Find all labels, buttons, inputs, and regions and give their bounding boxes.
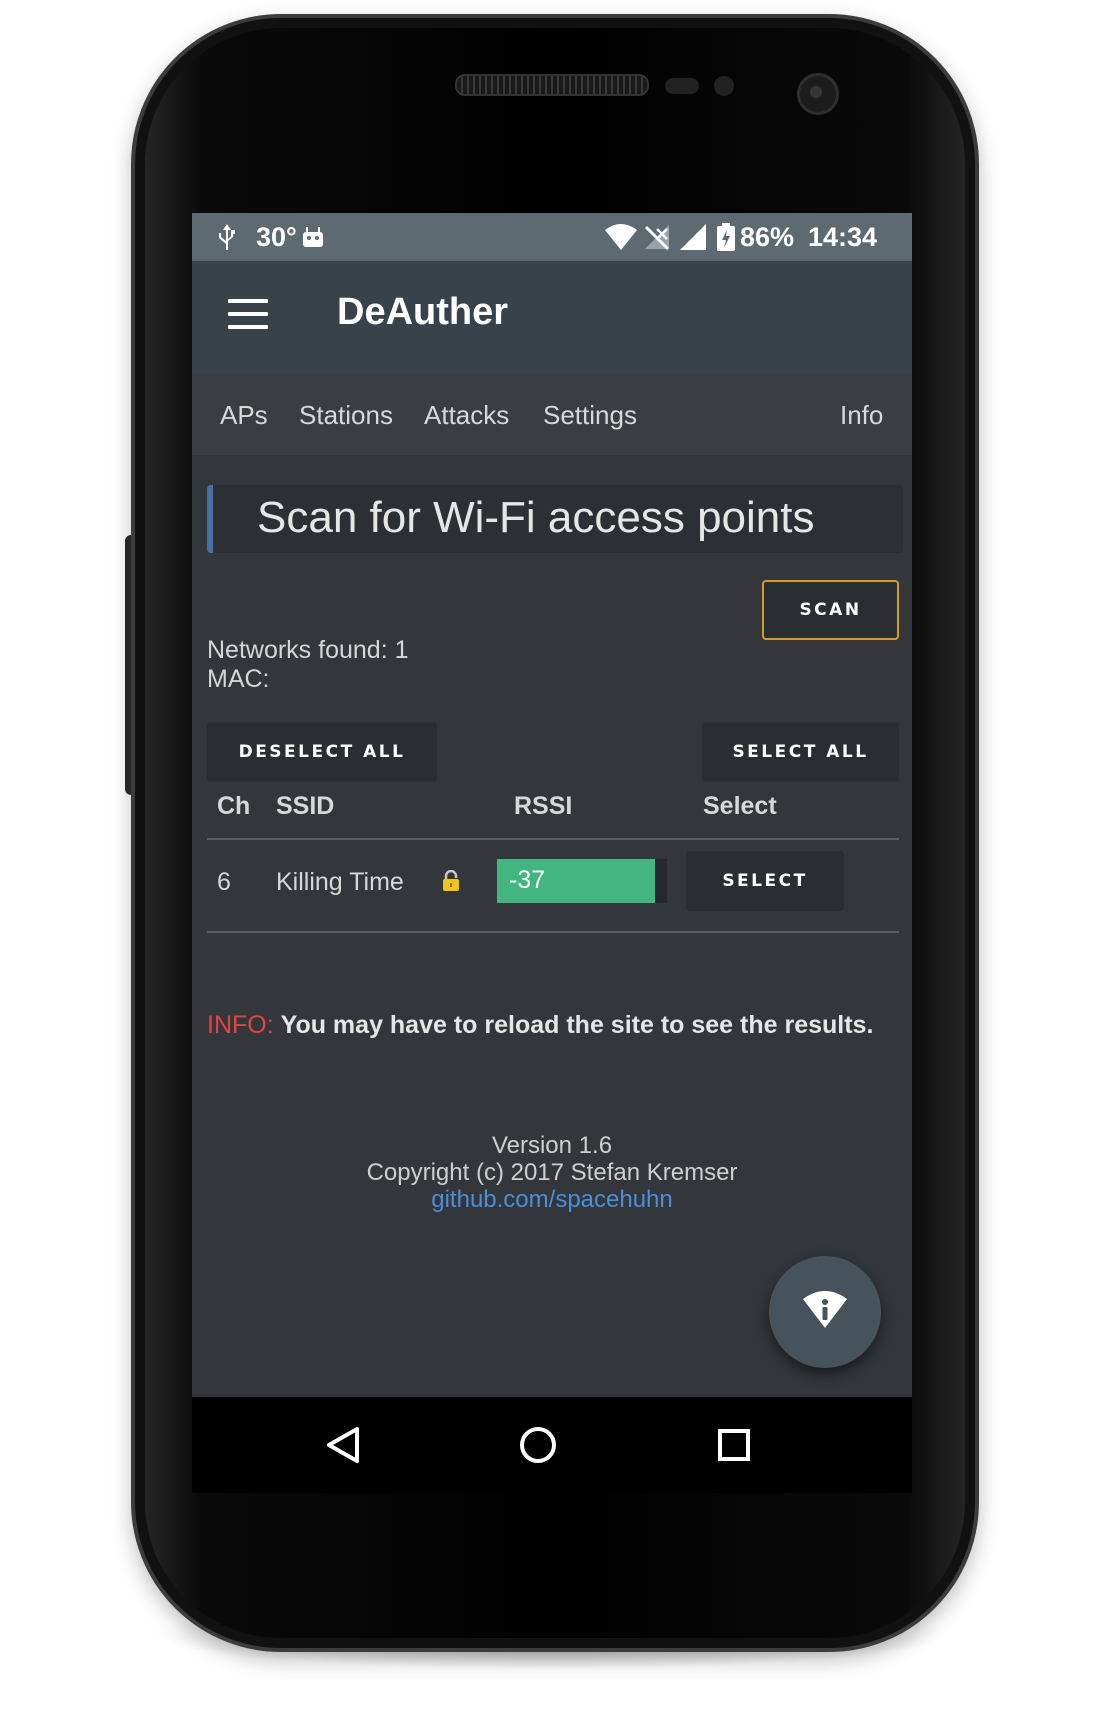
no-signal-icon — [643, 213, 671, 261]
recents-icon[interactable] — [706, 1417, 762, 1473]
status-bar: 30° 86% 14:34 — [192, 213, 912, 261]
lock-icon — [441, 869, 461, 892]
page-title: Scan for Wi-Fi access points — [257, 493, 815, 542]
front-camera — [797, 73, 839, 115]
app-title: DeAuther — [337, 291, 509, 333]
android-icon — [300, 213, 326, 261]
home-icon[interactable] — [510, 1417, 566, 1473]
wifi-info-fab[interactable] — [769, 1256, 881, 1368]
battery-charging-icon — [716, 213, 736, 261]
deselect-all-button[interactable]: DESELECT ALL — [207, 722, 437, 782]
scan-button[interactable]: SCAN — [762, 580, 899, 640]
select-all-button[interactable]: SELECT ALL — [702, 722, 899, 782]
github-link[interactable]: github.com/spacehuhn — [431, 1186, 673, 1213]
table-divider — [207, 931, 899, 933]
info-text: You may have to reload the site to see t… — [280, 1011, 874, 1039]
navigation-bar — [192, 1397, 912, 1493]
copyright-text: Copyright (c) 2017 Stefan Kremser — [366, 1159, 738, 1186]
rssi-bar: -37 — [497, 859, 667, 903]
wifi-info-icon — [801, 1290, 849, 1334]
usb-icon — [216, 213, 238, 261]
column-header-rssi: RSSI — [514, 792, 573, 820]
tab-stations[interactable]: Stations — [299, 400, 393, 431]
info-message: INFO: You may have to reload the site to… — [207, 1011, 873, 1040]
tab-aps[interactable]: APs — [220, 400, 268, 431]
footer-link-container: github.com/spacehuhn — [192, 1186, 912, 1214]
clock-time: 14:34 — [808, 221, 878, 252]
rssi-value: -37 — [509, 866, 546, 894]
cell-channel: 6 — [217, 868, 231, 896]
networks-found-text: Networks found: 1 — [207, 636, 409, 664]
column-header-select: Select — [703, 792, 777, 820]
tab-attacks[interactable]: Attacks — [424, 400, 509, 431]
column-header-ch: Ch — [217, 792, 251, 820]
wifi-icon — [604, 213, 638, 261]
info-label: INFO: — [207, 1011, 274, 1039]
temperature-text: 30° — [256, 221, 297, 252]
column-header-ssid: SSID — [276, 792, 335, 820]
back-icon[interactable] — [315, 1417, 371, 1473]
table-divider — [207, 838, 899, 840]
screen: 30° 86% 14:34 DeAuther APs Stations Atta… — [192, 213, 912, 1493]
hamburger-menu-icon[interactable] — [228, 299, 268, 331]
light-sensor — [714, 76, 734, 96]
mac-text: MAC: — [207, 665, 270, 693]
earpiece-speaker — [455, 74, 649, 96]
tab-bar: APs Stations Attacks Settings Info — [192, 373, 912, 455]
cell-signal-icon — [679, 213, 707, 261]
tab-settings[interactable]: Settings — [543, 400, 637, 431]
proximity-sensor — [665, 78, 699, 94]
app-bar: DeAuther — [192, 261, 912, 373]
cell-ssid: Killing Time — [276, 868, 404, 896]
tab-info[interactable]: Info — [840, 400, 883, 431]
version-text: Version 1.6 — [491, 1132, 613, 1159]
select-row-button[interactable]: SELECT — [686, 851, 844, 911]
section-heading: Scan for Wi-Fi access points — [207, 485, 903, 553]
battery-percent: 86% — [740, 221, 795, 252]
